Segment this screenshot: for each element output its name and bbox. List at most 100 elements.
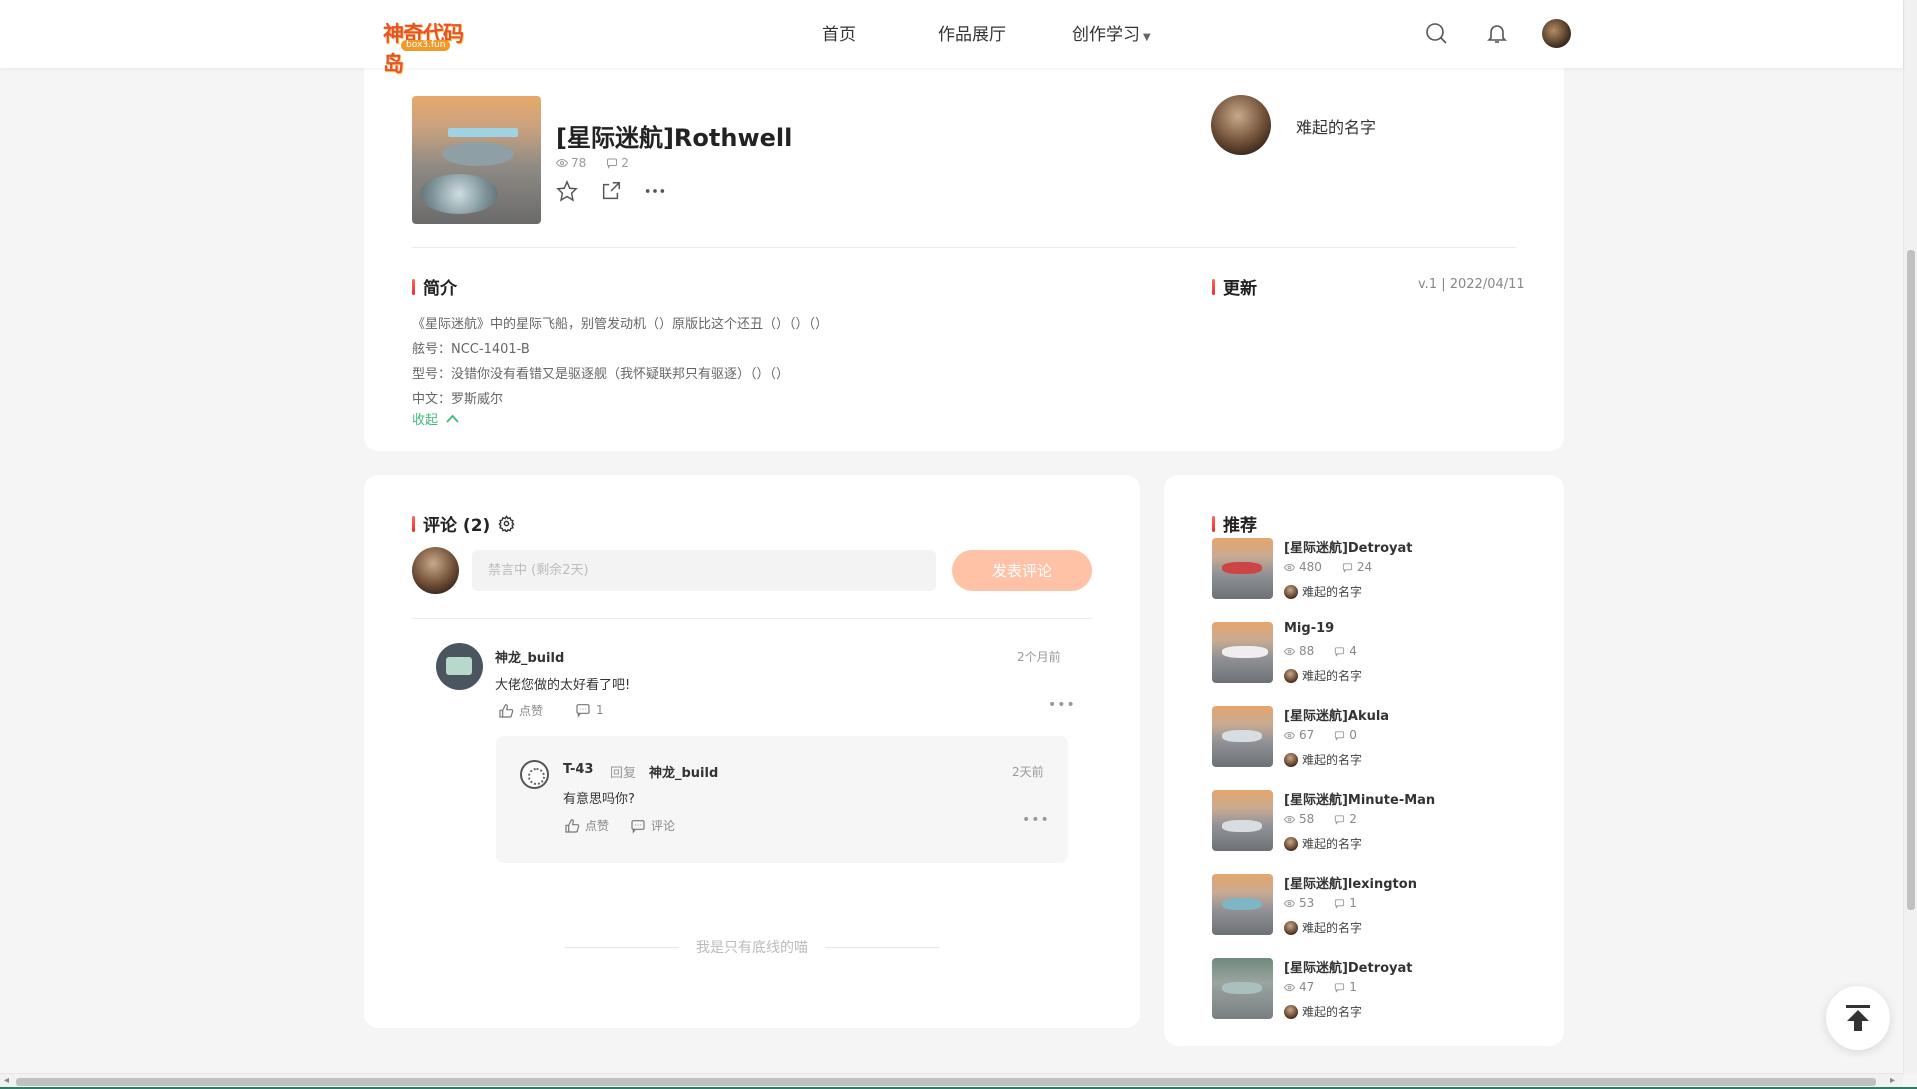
recommend-author: 难起的名字 <box>1284 583 1362 600</box>
work-title: [星际迷航]Rothwell <box>556 124 793 152</box>
vertical-scrollbar[interactable] <box>1903 0 1917 1075</box>
reply-avatar[interactable] <box>520 760 549 789</box>
scroll-left-icon[interactable]: ◂ <box>4 1075 9 1086</box>
recommend-heading: 推荐 <box>1212 511 1257 536</box>
scroll-right-icon[interactable]: ▸ <box>1890 1075 1895 1086</box>
star-icon[interactable] <box>556 180 578 202</box>
update-meta: v.1 | 2022/04/11 <box>1418 277 1525 292</box>
end-of-list-note: 我是只有底线的喵 <box>564 937 940 957</box>
comment-icon <box>1335 898 1345 909</box>
nav-gallery[interactable]: 作品展厅 <box>938 20 1006 45</box>
like-button[interactable]: 点赞 <box>498 702 543 719</box>
work-actions <box>556 180 666 202</box>
author-avatar[interactable] <box>1211 95 1271 155</box>
reply-box: T-43 回复 神龙_build 2天前 有意思吗你? 点赞 评论 ••• <box>496 736 1068 863</box>
like-label: 点赞 <box>519 704 544 718</box>
top-navbar: 神奇代码岛 box3.fun 首页 作品展厅 创作学习 ▼ <box>0 0 1903 76</box>
author-mini-avatar <box>1284 584 1298 599</box>
nav-home[interactable]: 首页 <box>822 20 856 45</box>
recommend-item[interactable]: [星际迷航]Detroyat 47 1 难起的名字 <box>1212 958 1532 1020</box>
intro-line: 型号：没错你没有看错又是驱逐舰（我怀疑联邦只有驱逐）（）（） <box>412 367 790 382</box>
scrollbar-thumb[interactable] <box>1907 250 1915 910</box>
recommend-author: 难起的名字 <box>1284 751 1362 768</box>
recommend-stats: 47 1 <box>1284 980 1357 994</box>
reply-comment-button[interactable]: 评论 <box>630 817 675 834</box>
comment-icon <box>631 819 645 834</box>
bell-icon[interactable] <box>1485 21 1509 45</box>
comment-input[interactable] <box>472 550 936 591</box>
reply-word: 回复 <box>610 766 637 781</box>
like-button[interactable]: 点赞 <box>564 817 609 834</box>
search-icon[interactable] <box>1424 21 1448 45</box>
eye-icon <box>1284 731 1295 739</box>
reply-time: 2天前 <box>1012 765 1044 779</box>
more-icon[interactable]: ••• <box>1048 697 1076 713</box>
reply-count: 1 <box>596 703 604 717</box>
post-comment-button[interactable]: 发表评论 <box>952 550 1092 591</box>
gear-icon[interactable] <box>498 515 515 532</box>
recommend-thumbnail <box>1212 622 1273 683</box>
nav-learn[interactable]: 创作学习 ▼ <box>1072 20 1151 45</box>
share-icon[interactable] <box>600 180 622 202</box>
collapse-link[interactable]: 收起 <box>412 409 459 428</box>
collapse-label: 收起 <box>412 413 439 428</box>
user-avatar[interactable] <box>1542 19 1571 48</box>
comments-card: 评论 (2) 发表评论 神龙_build 2个月前 大佬您做的太好看了吧! 点赞… <box>364 475 1140 1028</box>
comment-text: 大佬您做的太好看了吧! <box>495 678 631 693</box>
update-heading: 更新 <box>1212 274 1257 299</box>
recommend-card: 推荐 [星际迷航]Detroyat 480 24 难起的名字 Mig-19 88… <box>1164 475 1564 1046</box>
comment-icon <box>1335 814 1345 825</box>
recommend-author: 难起的名字 <box>1284 667 1362 684</box>
reply-username[interactable]: T-43 <box>563 762 593 777</box>
intro-line: 《星际迷航》中的星际飞船，别管发动机（）原版比这个还丑（）（）（） <box>412 317 829 332</box>
eye-icon <box>1284 983 1295 991</box>
divider <box>412 618 1092 619</box>
recommend-stats: 88 4 <box>1284 644 1357 658</box>
recommend-stats: 480 24 <box>1284 560 1372 574</box>
comment-icon <box>576 704 590 718</box>
eye-icon <box>1284 563 1295 571</box>
nav-learn-label: 创作学习 <box>1072 25 1140 45</box>
eye-icon <box>1284 815 1295 823</box>
recommend-item[interactable]: [星际迷航]Minute-Man 58 2 难起的名字 <box>1212 790 1532 852</box>
site-logo[interactable]: 神奇代码岛 box3.fun <box>383 18 479 76</box>
like-label: 点赞 <box>585 819 610 833</box>
reply-count-button[interactable]: 1 <box>575 702 604 718</box>
recommend-thumbnail <box>1212 538 1273 599</box>
recommend-thumbnail <box>1212 706 1273 767</box>
eye-icon <box>1284 899 1295 907</box>
author-mini-avatar <box>1284 836 1298 851</box>
logo-subtext: box3.fun <box>401 40 451 51</box>
author-mini-avatar <box>1284 920 1298 935</box>
my-avatar <box>412 547 459 594</box>
more-icon[interactable] <box>644 180 666 202</box>
recommend-name: [星际迷航]lexington <box>1284 877 1417 892</box>
eye-icon <box>556 158 568 168</box>
recommend-name: [星际迷航]Detroyat <box>1284 541 1413 556</box>
commenter-avatar[interactable] <box>436 643 483 690</box>
recommend-thumbnail <box>1212 790 1273 851</box>
recommend-stats: 58 2 <box>1284 812 1357 826</box>
recommend-item[interactable]: [星际迷航]Akula 67 0 难起的名字 <box>1212 706 1532 768</box>
recommend-item[interactable]: Mig-19 88 4 难起的名字 <box>1212 621 1532 684</box>
more-icon[interactable]: ••• <box>1022 812 1050 828</box>
back-to-top-button[interactable] <box>1826 986 1890 1050</box>
recommend-author: 难起的名字 <box>1284 1003 1362 1020</box>
thumbs-up-icon <box>565 818 580 833</box>
recommend-author: 难起的名字 <box>1284 919 1362 936</box>
chevron-up-icon <box>446 414 459 423</box>
recommend-stats: 67 0 <box>1284 728 1357 742</box>
author-mini-avatar <box>1284 752 1298 767</box>
reply-to-username[interactable]: 神龙_build <box>649 762 718 781</box>
caret-down-icon: ▼ <box>1143 32 1151 43</box>
arrow-up-to-line-icon <box>1846 1005 1870 1031</box>
recommend-item[interactable]: [星际迷航]lexington 53 1 难起的名字 <box>1212 874 1532 936</box>
author-mini-avatar <box>1284 668 1298 683</box>
comment-username[interactable]: 神龙_build <box>495 647 564 666</box>
comment-label: 评论 <box>651 819 676 833</box>
recommend-item[interactable]: [星际迷航]Detroyat 480 24 难起的名字 <box>1212 538 1532 600</box>
scrollbar-thumb[interactable] <box>16 1078 1876 1086</box>
comment-icon <box>1335 646 1345 657</box>
work-info-card: [星际迷航]Rothwell 78 2 难起的名字 简介 《星际迷航》中的星际飞… <box>364 56 1564 451</box>
author-name[interactable]: 难起的名字 <box>1296 114 1376 138</box>
